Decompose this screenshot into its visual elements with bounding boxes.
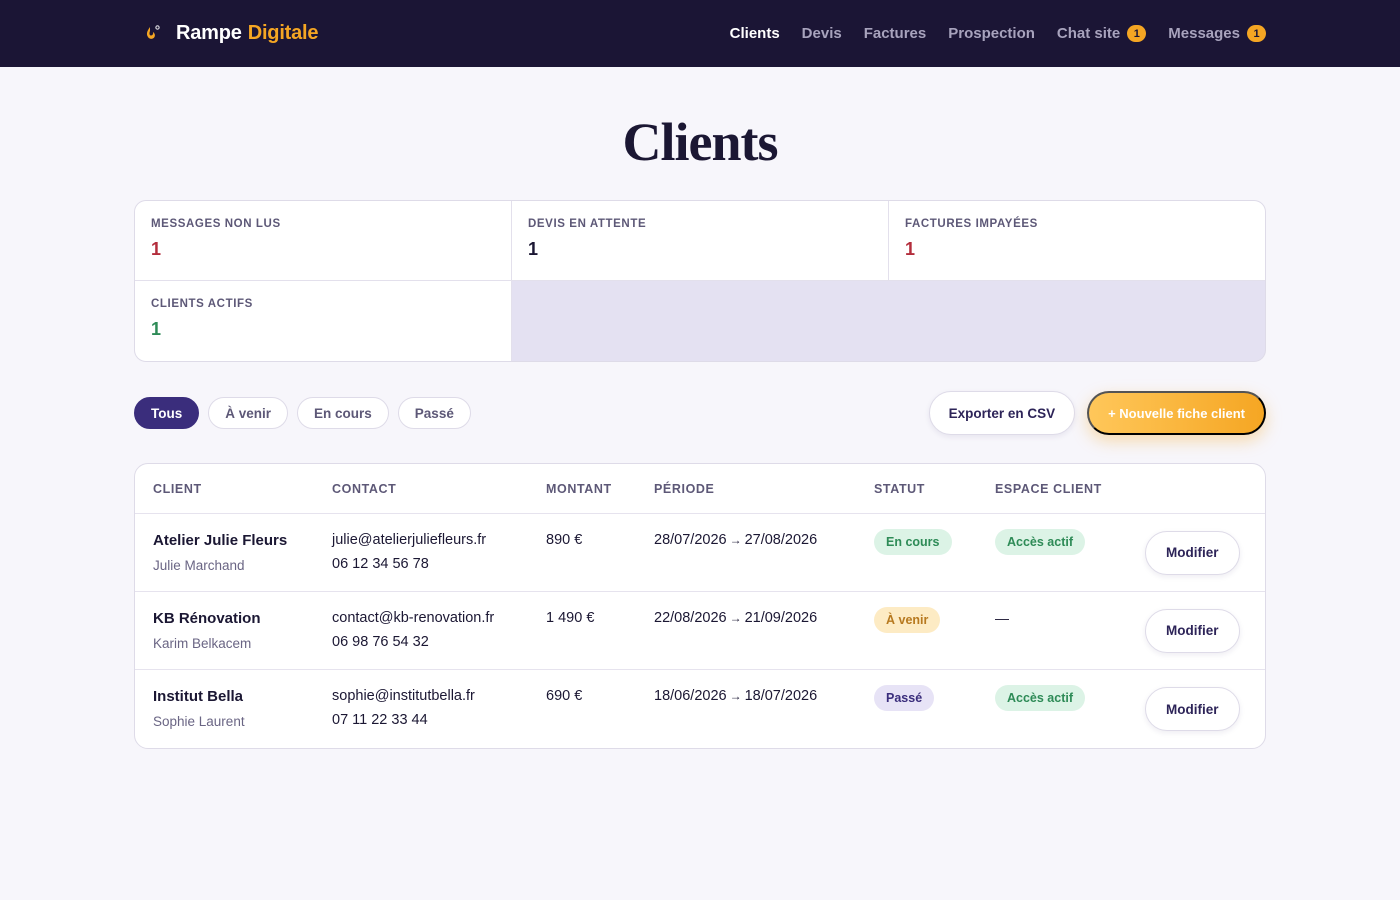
contact-cell: julie@atelierjuliefleurs.fr 06 12 34 56 … [332,514,546,591]
nav-devis[interactable]: Devis [802,25,842,42]
column-header-contact: Contact [332,481,397,496]
client-cell: KB Rénovation Karim Belkacem [135,592,332,669]
column-header-espace-client: Espace client [995,481,1102,496]
period-end: 21/09/2026 [744,610,818,626]
period-start: 18/06/2026 [654,688,727,704]
top-navbar: Rampe Digitale Clients Devis Factures Pro… [0,0,1400,67]
client-phone: 07 11 22 33 44 [332,712,428,728]
client-email: julie@atelierjuliefleurs.fr [332,532,487,548]
client-name: Institut Bella [153,688,244,705]
amount-cell: 690 € [546,688,583,704]
access-badge: Accès actif [995,685,1086,711]
arrow-right-icon: → [729,611,742,625]
client-phone: 06 98 76 54 32 [332,634,429,650]
main-nav: Clients Devis Factures Prospection Chat … [730,25,1266,42]
stat-label: Clients actifs [151,298,253,310]
edit-button[interactable]: Modifier [1145,687,1240,731]
client-name: KB Rénovation [153,610,261,627]
stat-value: 1 [905,239,916,259]
contact-cell: contact@kb-renovation.fr 06 98 76 54 32 [332,592,546,669]
page-title: Clients [622,112,779,172]
nav-clients[interactable]: Clients [730,25,780,42]
stat-messages-non-lus: Messages non lus 1 [135,201,512,281]
nav-prospection[interactable]: Prospection [948,25,1035,42]
amount-cell: 890 € [546,532,583,548]
client-space-cell: — [995,610,1009,626]
stat-label: Factures impayées [905,218,1038,230]
amount-cell: 1 490 € [546,610,595,626]
client-cell: Atelier Julie Fleurs Julie Marchand [135,514,332,591]
action-cell: Modifier [1127,670,1265,748]
period-start: 22/08/2026 [654,610,727,626]
client-contact-person: Karim Belkacem [153,636,252,651]
table-row: Atelier Julie Fleurs Julie Marchand juli… [135,514,1265,592]
client-cell: Institut Bella Sophie Laurent [135,670,332,748]
stat-devis-en-attente: Devis en attente 1 [512,201,889,281]
filter-tous[interactable]: Tous [134,397,200,429]
client-contact-person: Julie Marchand [153,558,245,573]
action-cell: Modifier [1127,514,1265,591]
client-contact-person: Sophie Laurent [153,714,245,729]
stat-clients-actifs: Clients actifs 1 [135,281,512,361]
new-client-button[interactable]: + Nouvelle fiche client [1087,391,1266,435]
period-cell: 28/07/2026 → 27/08/2026 [654,514,874,591]
contact-cell: sophie@institutbella.fr 07 11 22 33 44 [332,670,546,748]
list-controls: Tous À venir En cours Passé Exporter en … [134,391,1266,435]
flame-icon [142,23,164,45]
filter-a-venir[interactable]: À venir [208,397,289,429]
stat-label: Devis en attente [528,218,647,230]
nav-chat-site[interactable]: Chat site 1 [1057,25,1147,42]
client-email: sophie@institutbella.fr [332,688,475,704]
stat-value: 1 [151,239,162,259]
client-email: contact@kb-renovation.fr [332,610,495,626]
status-cell: À venir [874,592,995,669]
status-badge: À venir [874,607,941,633]
client-space-cell: Accès actif [995,670,1127,748]
stats-panel: Messages non lus 1 Devis en attente 1 Fa… [134,200,1266,362]
client-phone: 06 12 34 56 78 [332,556,429,572]
stat-value: 1 [151,319,162,339]
edit-button[interactable]: Modifier [1145,608,1240,653]
table-row: Institut Bella Sophie Laurent sophie@ins… [135,670,1265,748]
messages-count-badge: 1 [1247,25,1266,42]
period-end: 18/07/2026 [744,688,818,704]
list-actions: Exporter en CSV + Nouvelle fiche client [928,391,1266,435]
stat-value: 1 [528,239,539,259]
status-cell: En cours [874,514,995,591]
action-cell: Modifier [1127,592,1265,669]
client-space-cell: Accès actif [995,514,1127,591]
edit-button[interactable]: Modifier [1145,530,1240,575]
column-header-montant: Montant [546,481,612,496]
stat-label: Messages non lus [151,218,281,230]
brand-accent: Digitale [247,22,319,44]
brand[interactable]: Rampe Digitale [142,22,319,45]
status-badge: Passé [874,685,935,711]
filter-en-cours[interactable]: En cours [297,397,389,429]
status-badge: En cours [874,529,952,555]
chat-site-count-badge: 1 [1127,25,1147,42]
filter-passe[interactable]: Passé [397,397,471,429]
status-filters: Tous À venir En cours Passé [134,397,471,429]
status-cell: Passé [874,670,995,748]
period-start: 28/07/2026 [654,532,727,548]
nav-messages[interactable]: Messages 1 [1168,25,1266,42]
column-header-periode: Période [654,481,715,496]
period-end: 27/08/2026 [744,532,818,548]
column-header-client: Client [153,481,202,496]
access-badge: Accès actif [995,529,1086,555]
clients-table: Client Contact Montant Période Statut Es… [134,463,1266,749]
nav-factures[interactable]: Factures [864,25,927,42]
table-row: KB Rénovation Karim Belkacem contact@kb-… [135,592,1265,670]
stat-factures-impayees: Factures impayées 1 [889,201,1265,281]
brand-name: Rampe Digitale [176,22,319,44]
period-cell: 18/06/2026 → 18/07/2026 [654,670,874,748]
client-name: Atelier Julie Fleurs [153,532,288,549]
period-cell: 22/08/2026 → 21/09/2026 [654,592,874,669]
arrow-right-icon: → [729,689,742,703]
export-csv-button[interactable]: Exporter en CSV [928,391,1076,435]
table-header: Client Contact Montant Période Statut Es… [135,464,1265,514]
column-header-statut: Statut [874,481,926,496]
arrow-right-icon: → [729,533,742,547]
